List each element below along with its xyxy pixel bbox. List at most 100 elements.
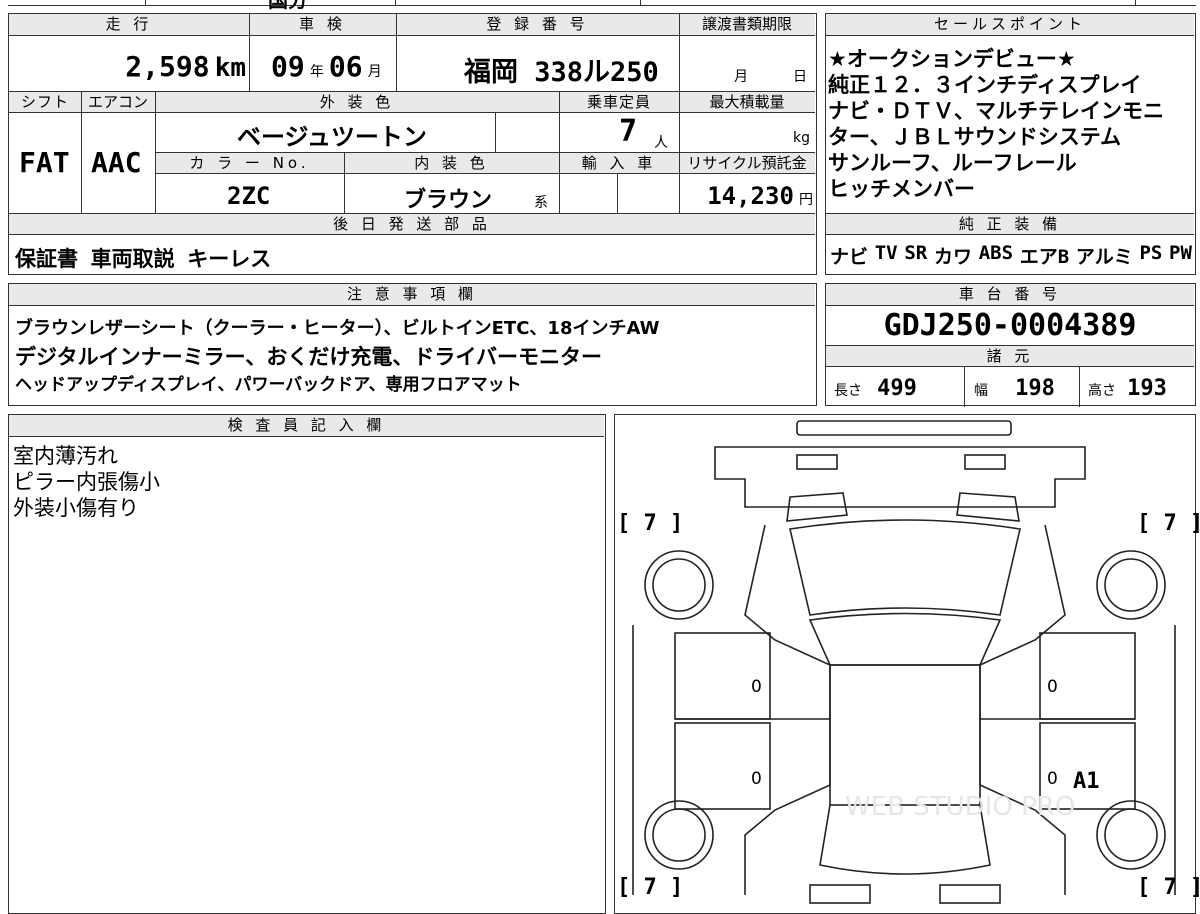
note-line: ヘッドアップディスプレイ、パワーバックドア、専用フロアマット <box>15 375 522 395</box>
aircon-value: AAC <box>91 146 142 179</box>
equipment-header: 純 正 装 備 <box>826 213 1194 235</box>
rear-bumper-left <box>809 884 871 904</box>
car-diagram-box: WEB STUDIO PRO [ 7 ] [ 7 ] [ 7 ] [ 7 ] 0… <box>614 414 1200 914</box>
equipment-item: アルミ <box>1075 246 1133 268</box>
recycle-unit: 円 <box>799 192 813 208</box>
wheel-rear-right <box>1096 800 1166 870</box>
transfer-deadline-header: 譲渡書類期限 <box>679 14 815 36</box>
length-value: 499 <box>877 376 917 401</box>
grid-line <box>1079 367 1080 407</box>
grid-line <box>964 367 965 407</box>
right-front-door-score: 0 <box>1047 677 1058 697</box>
sales-points-list: ★オークションデビュー★ 純正１２．３インチディスプレイ ナビ・ＤＴＶ、マルチテ… <box>828 46 1194 202</box>
capacity-unit: 人 <box>654 135 668 151</box>
left-front-door <box>674 632 771 720</box>
wheel-rear-right-inner <box>1104 808 1158 862</box>
right-front-door <box>1039 632 1136 720</box>
chassis-header: 車 台 番 号 <box>826 284 1194 306</box>
damage-code: A1 <box>1073 769 1100 794</box>
rear-bumper-right <box>939 884 1001 904</box>
corner-rear-right: [ 7 ] <box>1137 875 1200 900</box>
registration-header: 登 録 番 号 <box>396 14 679 36</box>
capacity-value: 7 <box>619 114 638 149</box>
month-unit: 月 <box>367 64 382 80</box>
equipment-item: PS <box>1139 242 1163 264</box>
shift-header: シフト <box>9 91 81 113</box>
grid-line <box>344 152 345 213</box>
length-cell: 長さ 499 <box>834 376 917 401</box>
recycle-number: 14,230 <box>707 182 794 210</box>
spec-header: 諸 元 <box>826 345 1194 367</box>
notes-box: 注 意 事 項 欄 ブラウンレザーシート（クーラー・ヒーター）、ビルトインETC… <box>8 283 817 406</box>
front-bumper <box>796 420 1012 436</box>
grid-line <box>495 113 496 152</box>
exterior-color-header: 外 装 色 <box>155 91 559 113</box>
windshield <box>789 519 1021 616</box>
corner-rear-left: [ 7 ] <box>617 875 684 900</box>
mileage-value: 2,598 km <box>125 50 246 83</box>
interior-color-header: 内 装 色 <box>344 152 559 174</box>
wheel-rear-left-inner <box>652 808 706 862</box>
top-divider <box>145 0 146 6</box>
mileage-unit: km <box>214 53 246 83</box>
inspection-year: 09 <box>271 50 305 83</box>
equipment-item: PW <box>1169 242 1192 264</box>
diagram-watermark: WEB STUDIO PRO <box>845 792 1075 822</box>
equipment-item: カワ <box>933 246 972 268</box>
inspector-box: 検 査 員 記 入 欄 室内薄汚れ ピラー内張傷小 外装小傷有り <box>8 414 606 914</box>
inspection-month: 06 <box>328 50 363 83</box>
inspector-line: 外装小傷有り <box>13 496 139 520</box>
notes-list: ブラウンレザーシート（クーラー・ヒーター）、ビルトインETC、18インチAW デ… <box>15 315 659 399</box>
notes-header: 注 意 事 項 欄 <box>9 284 815 306</box>
left-rear-door <box>674 722 771 810</box>
equipment-list: ナビ TV SR カワ ABS エアB アルミ PS PW <box>830 242 1192 269</box>
chassis-number: GDJ250-0004389 <box>883 308 1137 343</box>
mileage-number: 2,598 <box>125 50 210 83</box>
wheel-rear-left <box>644 800 714 870</box>
year-unit: 年 <box>309 64 324 80</box>
sales-point-line: サンルーフ、ルーフレール <box>828 151 1077 175</box>
corner-front-right: [ 7 ] <box>1137 511 1200 536</box>
color-no-header: カ ラ ー No. <box>155 152 344 174</box>
interior-color-suffix: 系 <box>534 195 548 211</box>
grid-line <box>249 14 250 91</box>
car-diagram: WEB STUDIO PRO <box>632 420 1176 904</box>
aircon-header: エアコン <box>81 91 155 113</box>
sales-points-box: セールスポイント ★オークションデビュー★ 純正１２．３インチディスプレイ ナビ… <box>825 13 1196 275</box>
top-divider <box>640 0 641 6</box>
equipment-item: SR <box>904 242 928 264</box>
equipment-item: TV <box>874 242 898 264</box>
grid-line <box>559 91 560 213</box>
equipment-item: エアB <box>1019 246 1070 268</box>
cabin <box>829 664 981 806</box>
sales-point-line: 純正１２．３インチディスプレイ <box>828 73 1142 97</box>
max-load-unit: kg <box>793 130 810 146</box>
inspection-header: 車 検 <box>249 14 396 36</box>
length-label: 長さ <box>834 383 862 399</box>
wheel-front-left <box>644 550 714 620</box>
width-value: 198 <box>1015 376 1055 401</box>
exterior-color-value: ベージュツートン <box>237 123 427 151</box>
later-parts-header: 後 日 発 送 部 品 <box>9 213 815 235</box>
wheel-front-right-inner <box>1104 558 1158 612</box>
top-strip: 国分 <box>8 0 1196 12</box>
grid-line <box>396 14 397 91</box>
sales-point-line: ナビ・ＤＴＶ、マルチテレインモニ <box>828 99 1164 123</box>
top-strip-text: 国分 <box>268 0 308 12</box>
later-parts-value: 保証書 車両取説 キーレス <box>15 247 272 271</box>
left-rear-door-score: 0 <box>751 769 762 789</box>
hood-vent-right <box>964 454 1006 470</box>
left-front-door-score: 0 <box>751 677 762 697</box>
height-label: 高さ <box>1088 383 1116 399</box>
recycle-header: リサイクル預託金 <box>679 152 815 174</box>
width-label: 幅 <box>974 383 988 399</box>
wheel-front-left-inner <box>652 558 706 612</box>
chassis-box: 車 台 番 号 GDJ250-0004389 諸 元 長さ 499 幅 198 … <box>825 283 1196 407</box>
inspector-line: 室内薄汚れ <box>13 444 118 468</box>
right-rear-door-score: 0 <box>1047 769 1058 789</box>
grid-line <box>155 91 156 213</box>
hood <box>714 446 1086 508</box>
width-cell: 幅 198 <box>974 376 1055 401</box>
inspector-header: 検 査 員 記 入 欄 <box>9 415 604 437</box>
note-line: デジタルインナーミラー、おくだけ充電、ドライバーモニター <box>15 345 602 369</box>
